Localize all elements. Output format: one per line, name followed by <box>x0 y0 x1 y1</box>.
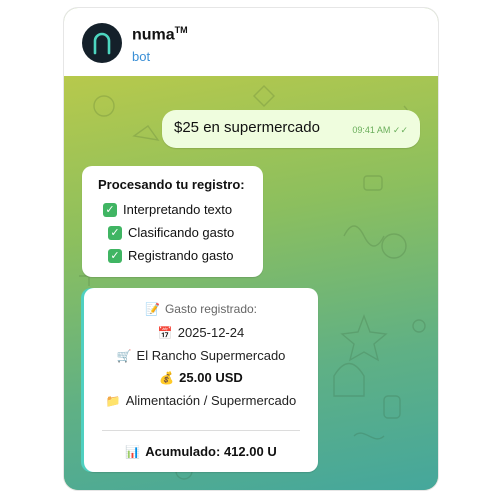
chat-header[interactable]: numaTM bot <box>64 8 438 77</box>
processing-title: Procesando tu registro: <box>98 177 245 192</box>
accumulated-total: 📊 Acumulado: 412.00 U <box>84 444 318 459</box>
checkbox-checked-icon: ✓ <box>108 248 122 263</box>
expense-amount: 💰 25.00 USD <box>84 370 318 385</box>
step-interpreting: ✓ Interpretando texto <box>103 202 232 217</box>
chat-background[interactable]: $25 en supermercado 09:41 AM ✓✓ Procesan… <box>64 76 438 490</box>
chat-subtitle: bot <box>132 49 151 64</box>
expense-heading-text: Gasto registrado: <box>164 302 257 316</box>
step-label: Registrando gasto <box>128 248 234 263</box>
memo-icon: 📝 <box>145 302 160 316</box>
numa-logo-icon <box>93 32 111 55</box>
processing-message[interactable]: Procesando tu registro: ✓ Interpretando … <box>82 166 263 277</box>
trademark-mark: TM <box>174 25 188 35</box>
outgoing-message[interactable]: $25 en supermercado 09:41 AM ✓✓ <box>162 110 420 148</box>
bot-name: numa <box>132 26 175 44</box>
outgoing-message-text: $25 en supermercado <box>174 119 320 136</box>
expense-summary-message[interactable]: 📝 Gasto registrado: 📅 2025-12-24 🛒 El Ranch… <box>84 288 318 472</box>
shopping-cart-icon: 🛒 <box>116 349 132 363</box>
expense-heading: 📝 Gasto registrado: <box>84 302 318 316</box>
expense-merchant-text: El Rancho Supermercado <box>136 348 286 363</box>
folder-icon: 📁 <box>105 394 121 408</box>
checkbox-checked-icon: ✓ <box>103 202 117 217</box>
expense-date: 📅 2025-12-24 <box>84 325 318 340</box>
chat-window: numaTM bot $25 en supermercado 09:41 AM … <box>64 8 438 490</box>
divider <box>102 430 300 431</box>
expense-amount-text: 25.00 USD <box>179 370 243 385</box>
money-bag-icon: 💰 <box>159 371 175 385</box>
message-meta: 09:41 AM ✓✓ <box>352 125 408 136</box>
expense-date-text: 2025-12-24 <box>177 325 245 340</box>
step-label: Interpretando texto <box>123 202 233 217</box>
step-registering: ✓ Registrando gasto <box>108 248 234 263</box>
step-classifying: ✓ Clasificando gasto <box>108 225 234 240</box>
expense-merchant: 🛒 El Rancho Supermercado <box>84 348 318 363</box>
message-time: 09:41 AM <box>352 125 391 135</box>
expense-category: 📁 Alimentación / Supermercado <box>84 393 318 408</box>
bar-chart-icon: 📊 <box>125 445 141 459</box>
expense-category-text: Alimentación / Supermercado <box>125 393 297 408</box>
bot-avatar[interactable] <box>82 23 122 63</box>
chat-title: numaTM <box>132 25 188 44</box>
checkbox-checked-icon: ✓ <box>108 225 122 240</box>
read-check-icon: ✓✓ <box>392 125 408 135</box>
calendar-icon: 📅 <box>157 326 173 340</box>
step-label: Clasificando gasto <box>128 225 235 240</box>
accumulated-total-text: Acumulado: 412.00 U <box>145 444 277 459</box>
